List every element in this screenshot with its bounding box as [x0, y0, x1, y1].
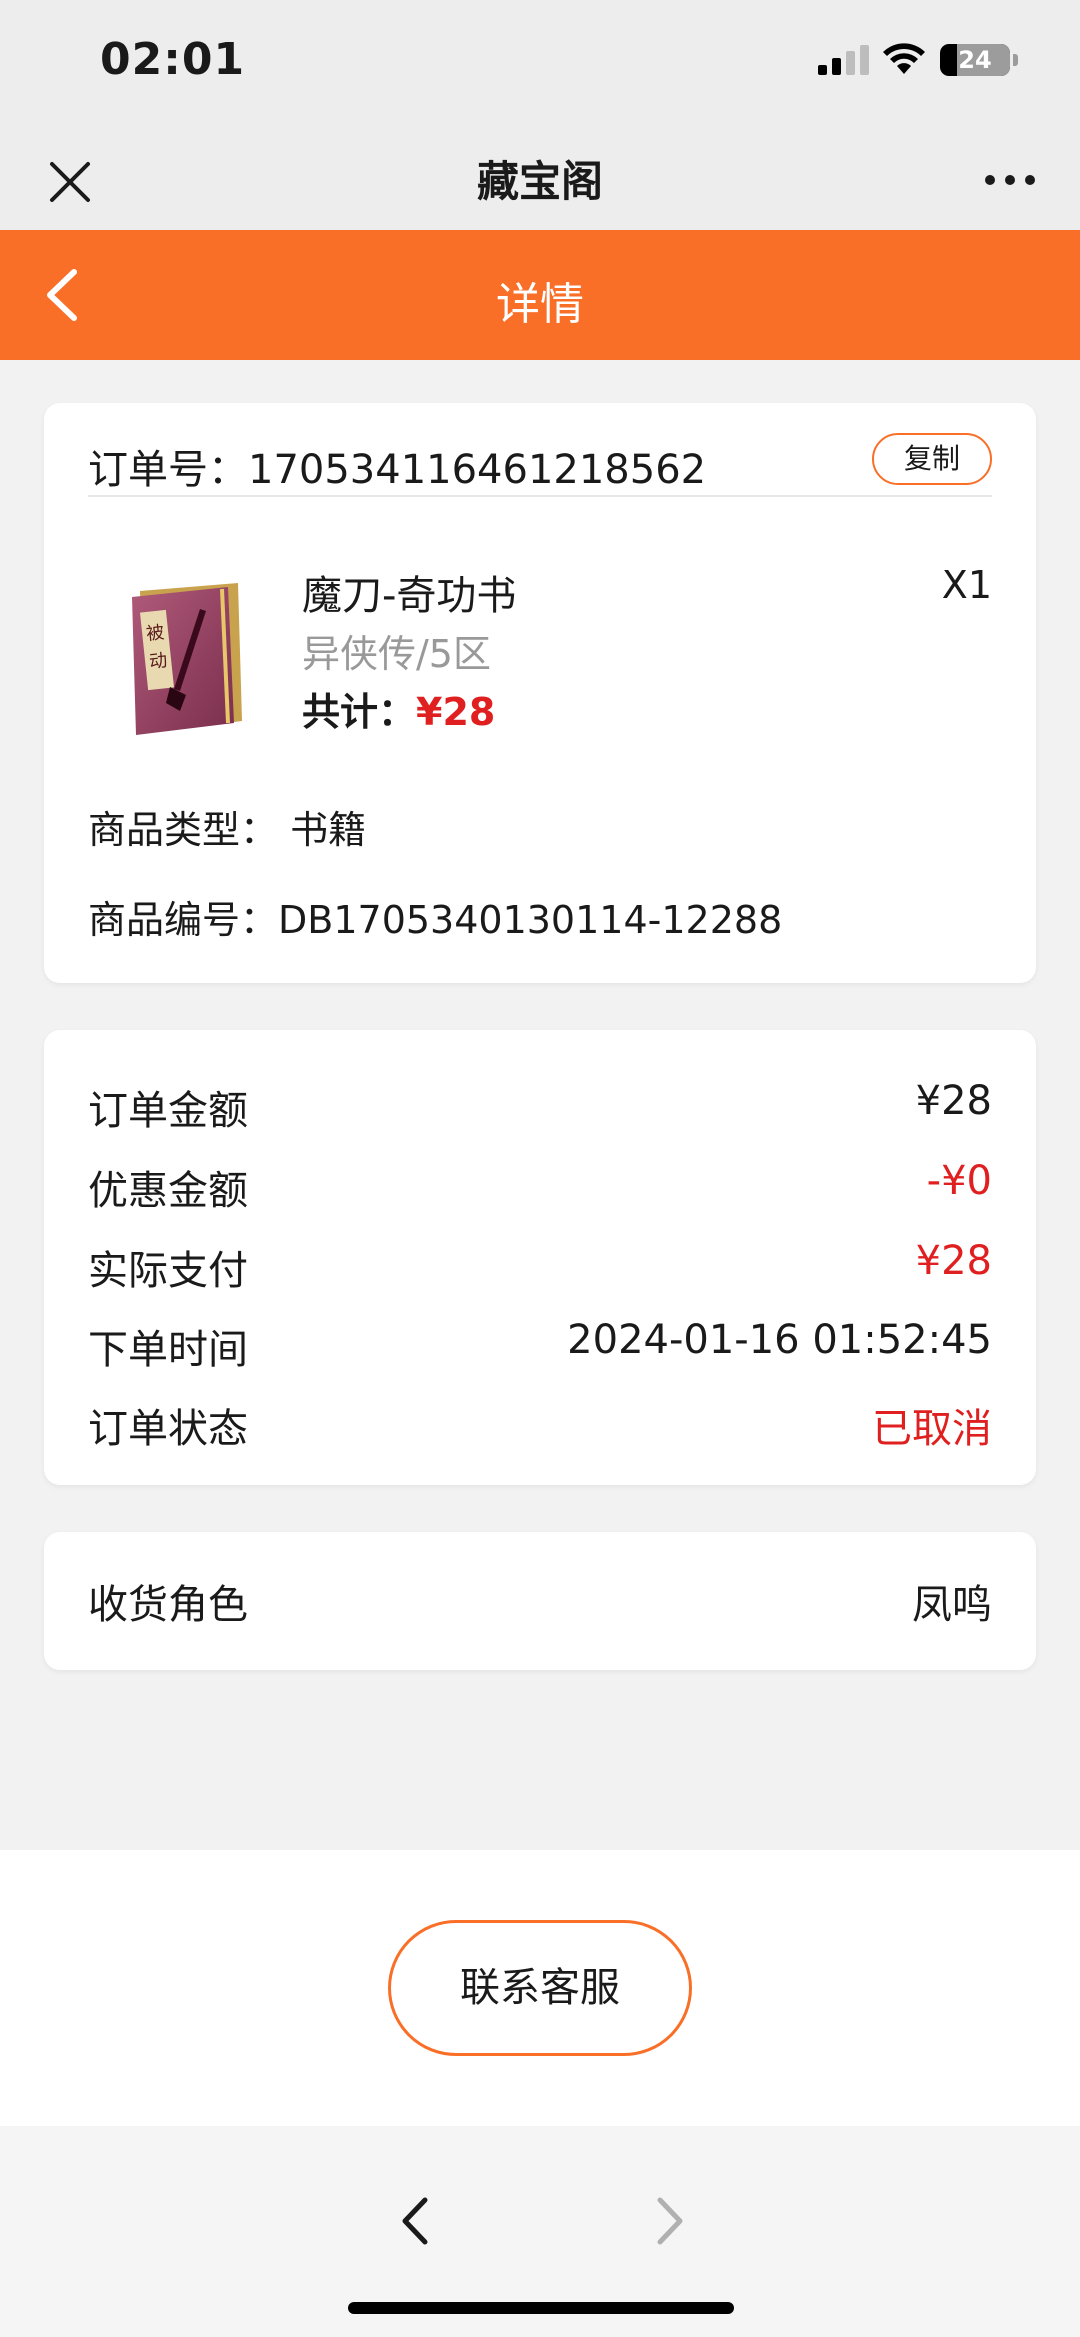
product-total-label: 共计： [302, 690, 417, 734]
contact-support-button[interactable]: 联系客服 [388, 1920, 692, 2056]
signal-icon [818, 45, 869, 75]
more-icon[interactable] [980, 160, 1040, 200]
status-bar: 02:01 24 [0, 0, 1080, 120]
receiver-row: 收货角色 凤鸣 [88, 1572, 992, 1632]
skill-book-icon: 被 动 [132, 583, 242, 735]
order-time-value: 2024-01-16 01:52:45 [567, 1317, 992, 1363]
discount-row: 优惠金额 -¥0 [88, 1158, 992, 1218]
order-number-row: 订单号：170534116461218562 复制 [88, 433, 992, 497]
discount-value: -¥0 [926, 1158, 992, 1204]
product-total-price: ¥28 [416, 690, 496, 734]
order-time-row: 下单时间 2024-01-16 01:52:45 [88, 1317, 992, 1377]
product-id: 商品编号：DB1705340130114-12288 [88, 889, 782, 944]
order-status-row: 订单状态 已取消 [88, 1396, 992, 1456]
order-number-label: 订单号： [88, 447, 248, 493]
bottom-action-area: 联系客服 [0, 1850, 1080, 2126]
copy-button[interactable]: 复制 [872, 433, 992, 485]
battery-tip [1013, 54, 1018, 66]
actual-payment-label: 实际支付 [88, 1248, 248, 1294]
nav-forward-icon[interactable] [640, 2186, 700, 2256]
product-server: 异侠传/5区 [302, 632, 491, 676]
order-amount-row: 订单金额 ¥28 [88, 1078, 992, 1138]
app-title: 藏宝阁 [476, 157, 603, 206]
app-bar: 藏宝阁 [0, 120, 1080, 230]
status-time: 02:01 [100, 34, 246, 85]
product-type-label: 商品类型： [88, 808, 279, 852]
actual-payment-value: ¥28 [915, 1238, 992, 1284]
wifi-icon [883, 43, 925, 74]
order-status-value: 已取消 [872, 1406, 992, 1452]
page-title: 详情 [496, 279, 584, 330]
order-number-value: 170534116461218562 [248, 447, 707, 493]
order-amount-label: 订单金额 [88, 1088, 248, 1134]
order-amount-value: ¥28 [915, 1078, 992, 1124]
book-label-1: 被 [145, 622, 165, 645]
battery-icon: 24 [940, 44, 1010, 76]
product-id-label: 商品编号： [88, 898, 279, 942]
product-type: 商品类型： 书籍 [88, 799, 366, 854]
order-number: 订单号：170534116461218562 [88, 437, 706, 495]
product-id-value: DB1705340130114-12288 [278, 898, 783, 942]
receiver-label: 收货角色 [88, 1582, 248, 1628]
page-header: 详情 [0, 230, 1080, 360]
receiver-value: 凤鸣 [912, 1582, 992, 1628]
order-card: 订单号：170534116461218562 复制 被 动 魔刀-奇功书 X1 … [44, 403, 1036, 983]
product-type-value: 书籍 [290, 808, 367, 852]
product-name: 魔刀-奇功书 [302, 573, 517, 619]
order-time-label: 下单时间 [88, 1327, 248, 1373]
payment-card: 订单金额 ¥28 优惠金额 -¥0 实际支付 ¥28 下单时间 2024-01-… [44, 1030, 1036, 1485]
discount-label: 优惠金额 [88, 1168, 248, 1214]
product-quantity: X1 [941, 563, 992, 607]
order-status-label: 订单状态 [88, 1406, 248, 1452]
product-total: 共计：¥28 [302, 681, 495, 736]
receiver-card: 收货角色 凤鸣 [44, 1532, 1036, 1670]
actual-payment-row: 实际支付 ¥28 [88, 1238, 992, 1298]
nav-back-icon[interactable] [385, 2186, 445, 2256]
home-indicator [348, 2302, 734, 2314]
book-label-2: 动 [148, 650, 168, 673]
battery-percentage: 24 [958, 46, 992, 74]
